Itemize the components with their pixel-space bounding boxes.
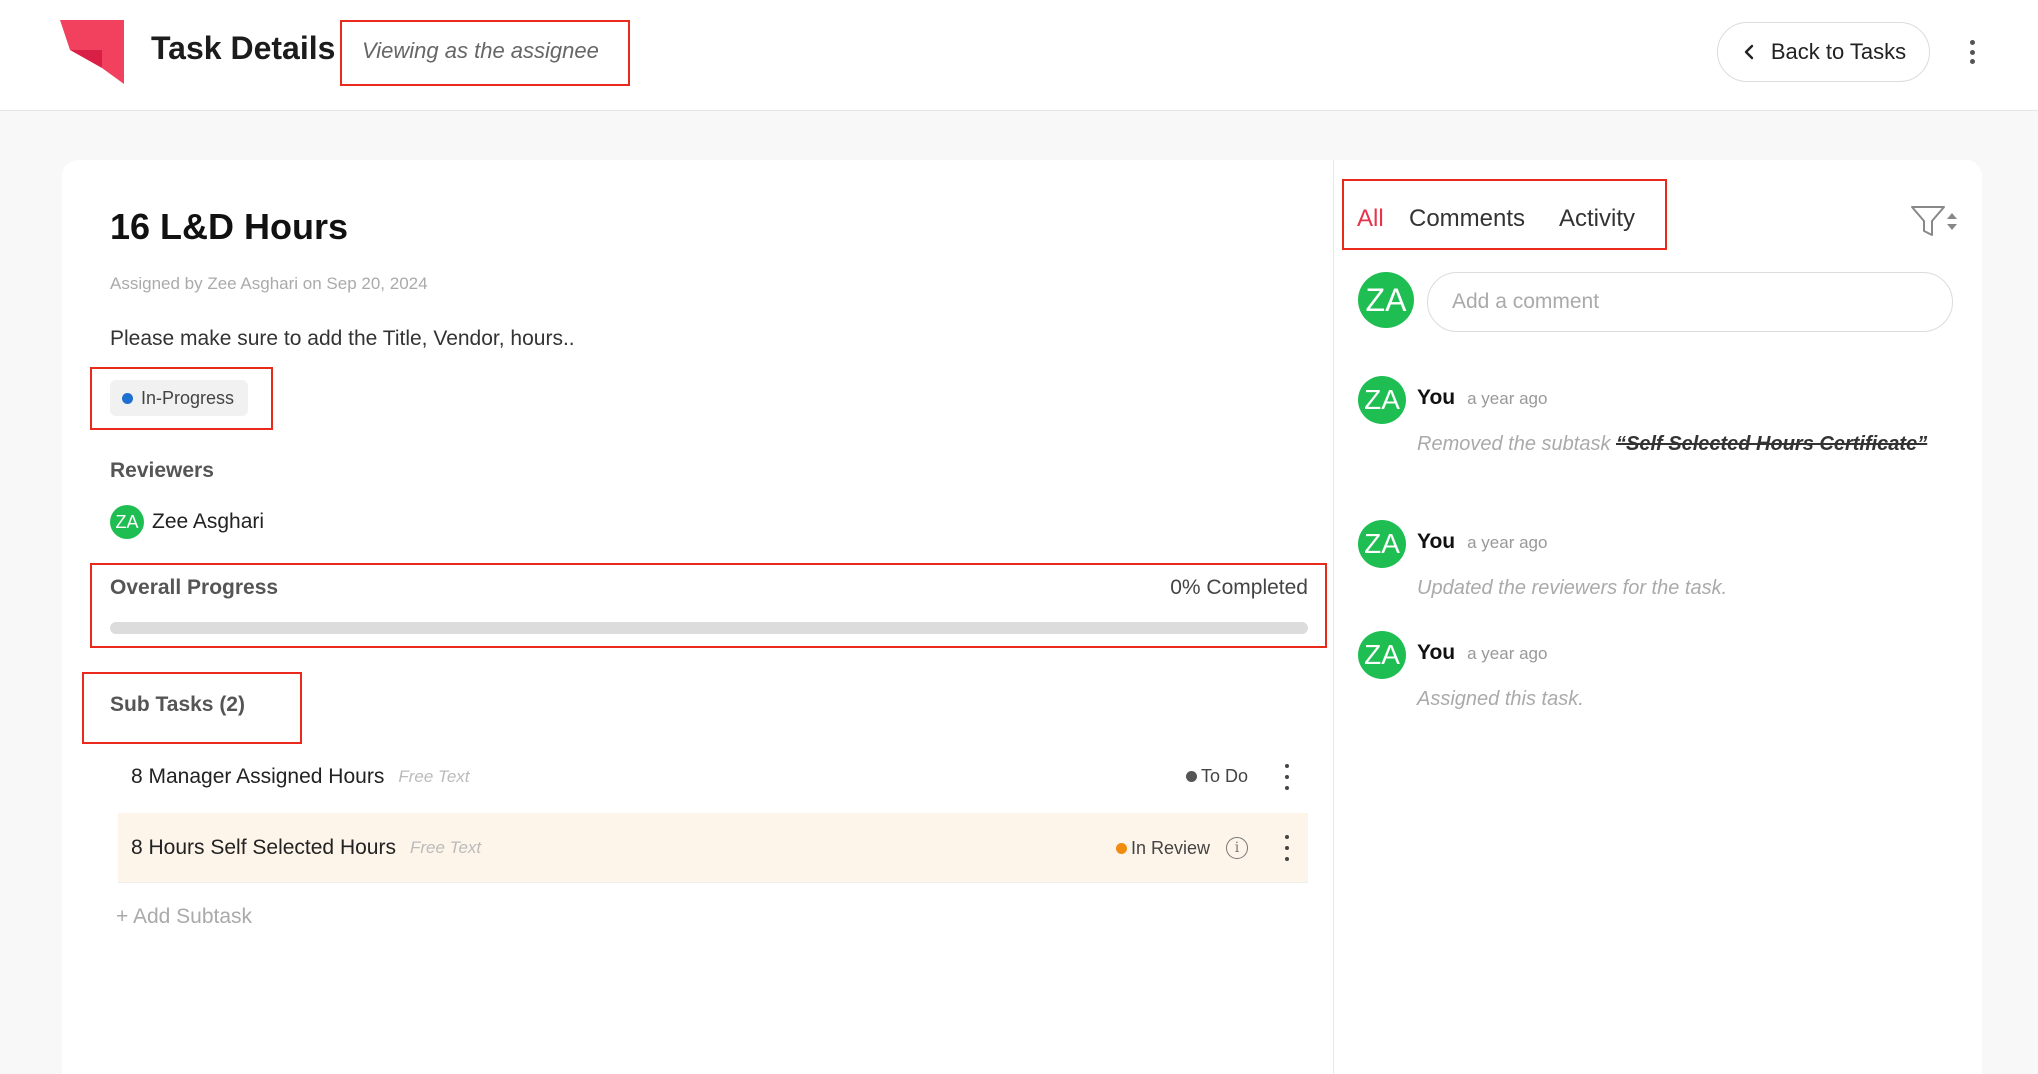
panel-divider (1333, 160, 1334, 1074)
task-description: Please make sure to add the Title, Vendo… (110, 327, 575, 350)
tab-all[interactable]: All (1357, 205, 1384, 233)
app-logo[interactable] (60, 20, 124, 84)
status-dot (1115, 842, 1127, 854)
comment-input[interactable] (1427, 272, 1953, 332)
status-dot (122, 392, 133, 404)
activity-text: Assigned this task. (1417, 688, 1584, 710)
avatar: ZA (1358, 520, 1406, 568)
activity-time: a year ago (1467, 389, 1548, 408)
subtask-type: Free Text (398, 767, 470, 786)
reviewers-heading: Reviewers (110, 459, 214, 482)
filter-sort-icon[interactable] (1910, 204, 1958, 240)
subtask-status-label: To Do (1200, 766, 1248, 786)
page-title: Task Details (151, 30, 336, 66)
subtask-name: 8 Hours Self Selected Hours (131, 835, 396, 859)
activity-item: ZA You a year ago Updated the reviewers … (1358, 520, 1938, 599)
activity-item: ZA You a year ago Removed the subtask “S… (1358, 376, 1938, 455)
subtask-status[interactable]: In Review i (1115, 837, 1248, 859)
subtask-row[interactable]: 8 Manager Assigned Hours Free Text To Do (118, 742, 1308, 812)
status-dot (1185, 771, 1197, 782)
activity-author: You (1417, 641, 1456, 664)
activity-author: You (1417, 386, 1456, 409)
tab-activity[interactable]: Activity (1559, 205, 1635, 233)
top-bar: Task Details Viewing as the assignee Bac… (0, 0, 2038, 111)
avatar: ZA (1358, 376, 1406, 424)
activity-time: a year ago (1467, 533, 1548, 552)
viewing-note: Viewing as the assignee (362, 38, 599, 63)
avatar: ZA (110, 505, 144, 539)
task-title: 16 L&D Hours (110, 206, 349, 247)
more-options-icon[interactable] (1960, 36, 1984, 68)
status-badge[interactable]: In-Progress (110, 380, 249, 416)
status-label: In-Progress (141, 387, 235, 408)
activity-text: Updated the reviewers for the task. (1417, 577, 1728, 599)
chevron-left-icon (1744, 44, 1754, 60)
subtask-type: Free Text (409, 837, 482, 857)
avatar: ZA (1358, 631, 1406, 679)
back-to-tasks-label: Back to Tasks (1770, 39, 1907, 64)
back-to-tasks-button[interactable]: Back to Tasks (1717, 22, 1930, 82)
activity-text: Removed the subtask “Self Selected Hours… (1417, 428, 1947, 461)
info-icon[interactable]: i (1226, 837, 1248, 859)
removed-subtask-name: “Self Selected Hours Certificate” (1616, 433, 1928, 455)
activity-author: You (1417, 530, 1456, 553)
tab-comments[interactable]: Comments (1409, 205, 1525, 233)
subtasks-heading: Sub Tasks (2) (110, 693, 245, 716)
assigned-by: Assigned by Zee Asghari on Sep 20, 2024 (110, 274, 428, 293)
subtask-name: 8 Manager Assigned Hours (131, 765, 385, 788)
subtask-status[interactable]: To Do (1185, 766, 1248, 787)
activity-time: a year ago (1467, 644, 1548, 663)
subtask-more-icon[interactable] (1282, 835, 1292, 861)
subtask-row[interactable]: 8 Hours Self Selected Hours Free Text In… (118, 813, 1308, 883)
progress-bar (110, 622, 1308, 634)
subtask-more-icon[interactable] (1282, 764, 1292, 790)
reviewer: ZA Zee Asghari (110, 505, 264, 539)
progress-percent: 0% Completed (1170, 576, 1308, 599)
activity-text-prefix: Removed the subtask (1417, 433, 1616, 455)
activity-item: ZA You a year ago Assigned this task. (1358, 631, 1938, 710)
reviewer-name: Zee Asghari (152, 510, 265, 533)
add-subtask-link[interactable]: + Add Subtask (116, 905, 252, 929)
overall-progress-heading: Overall Progress (110, 576, 279, 599)
avatar: ZA (1358, 272, 1414, 328)
subtask-status-label: In Review (1130, 837, 1210, 858)
